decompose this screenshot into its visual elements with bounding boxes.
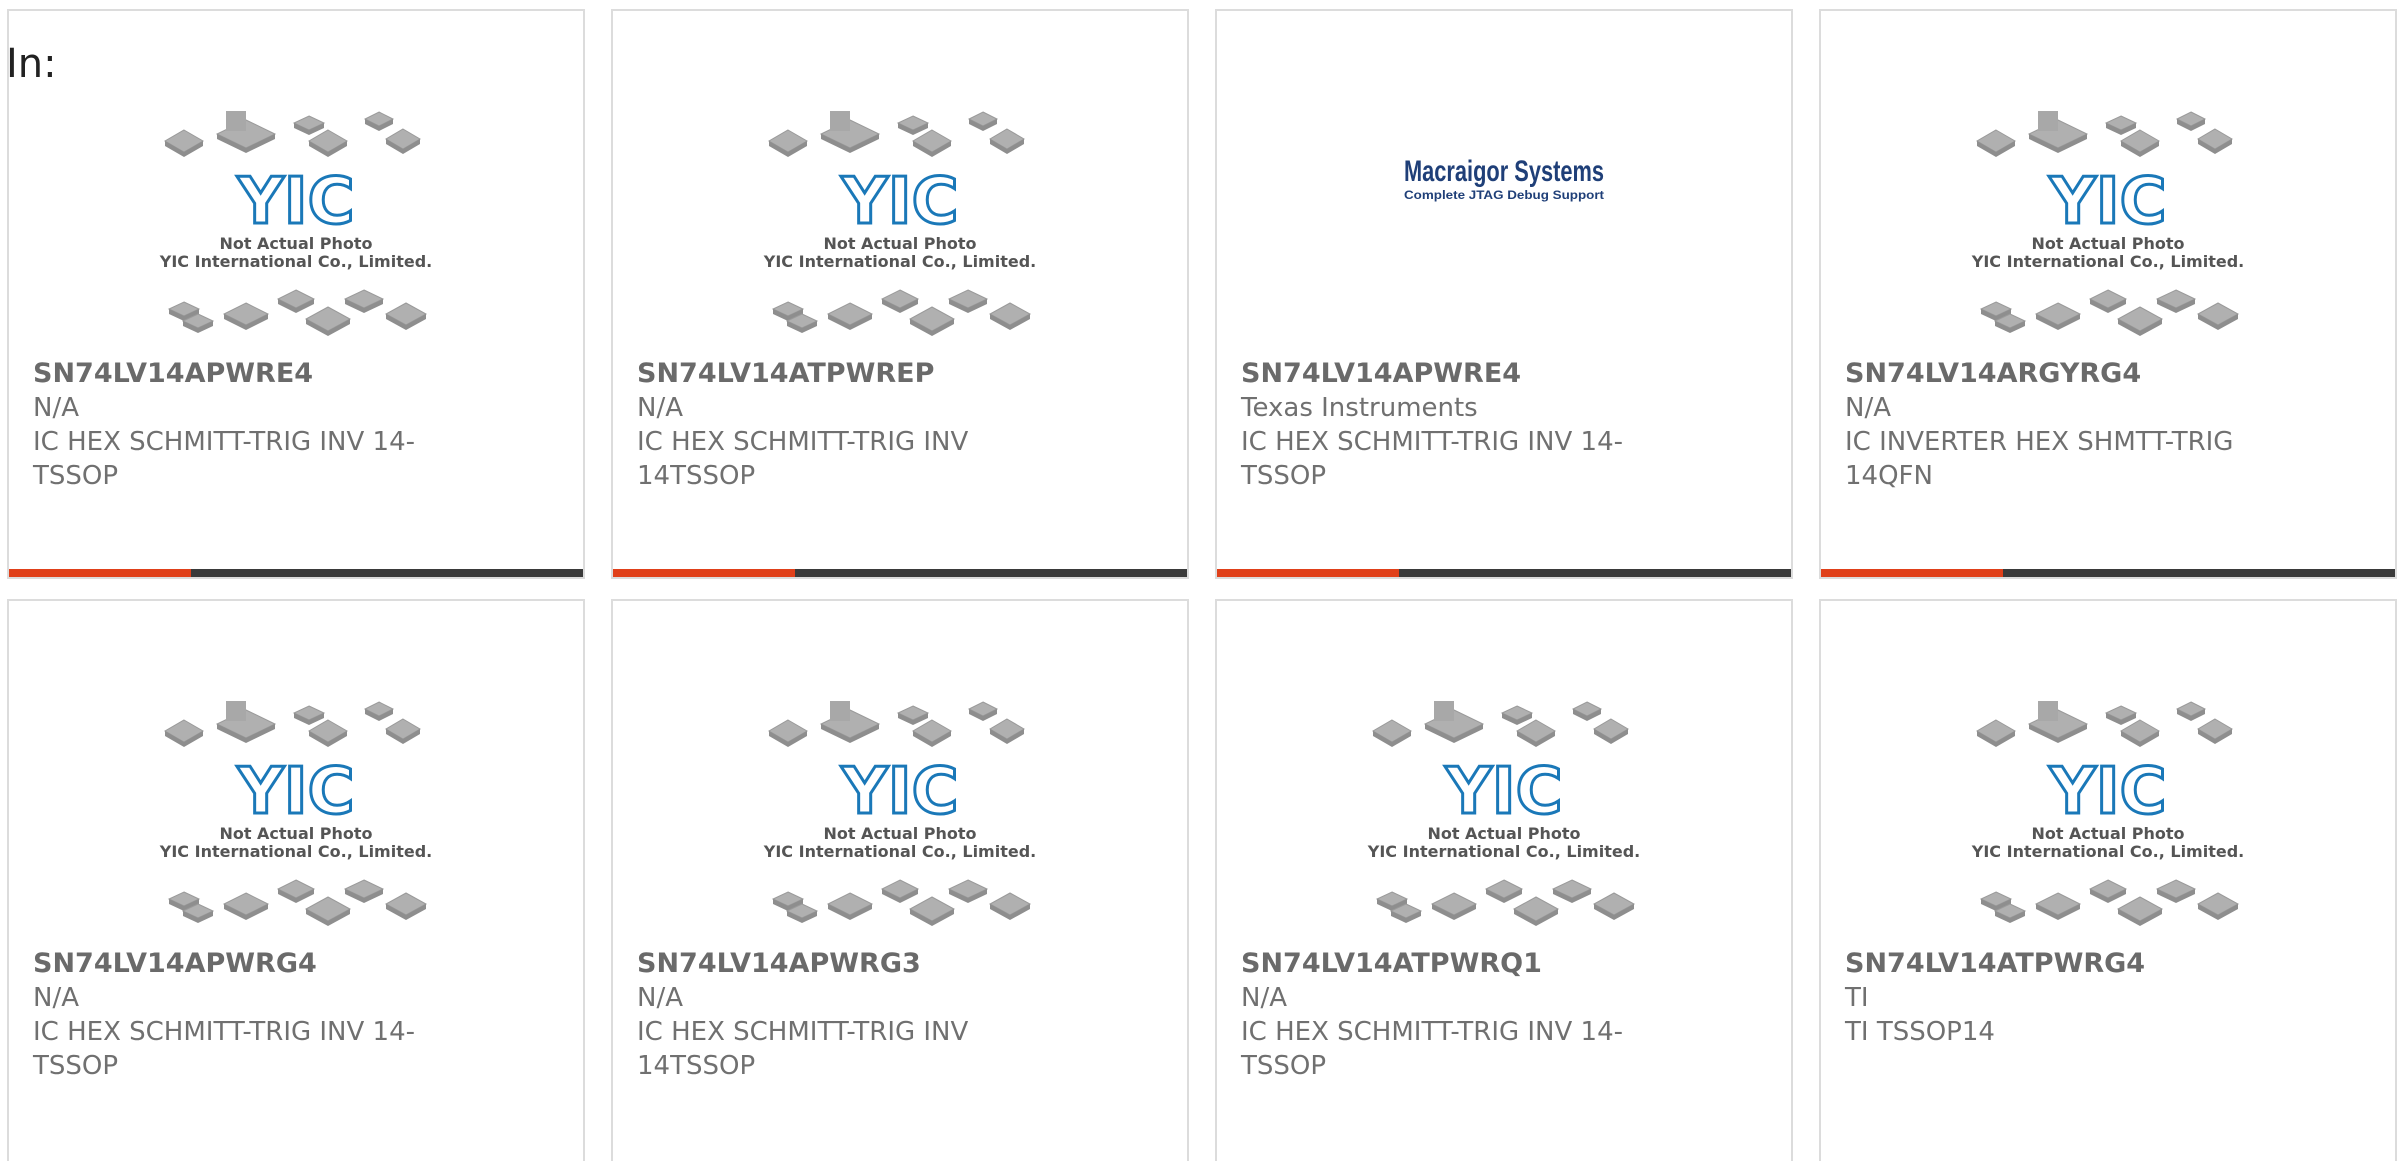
product-card[interactable]: YIC Not Actual Photo YIC International Co.… xyxy=(1215,599,1793,1161)
product-card[interactable]: YIC Not Actual Photo YIC International Co.… xyxy=(611,599,1189,1161)
placeholder-caption-2: YIC International Co., Limited. xyxy=(763,842,1036,861)
placeholder-caption-1: Not Actual Photo xyxy=(823,234,976,253)
placeholder-caption-2: YIC International Co., Limited. xyxy=(159,252,432,271)
product-card[interactable]: YIC Not Actual Photo YIC International Co.… xyxy=(7,9,585,579)
yic-placeholder-art: YICNot Actual PhotoYIC International Co.… xyxy=(159,111,432,336)
yic-placeholder-art: YICNot Actual PhotoYIC International Co.… xyxy=(763,701,1036,926)
card-accent-bar xyxy=(613,569,795,577)
yic-placeholder-art: YICNot Actual PhotoYIC International Co.… xyxy=(1367,701,1640,926)
yic-placeholder-art: YICNot Actual PhotoYIC International Co.… xyxy=(1971,701,2244,926)
description: IC HEX SCHMITT-TRIG INV 14TSSOP xyxy=(637,427,969,491)
product-card[interactable]: YIC Not Actual Photo YIC International Co.… xyxy=(1819,9,2397,579)
product-image: Macraigor Systems Complete JTAG Debug Sup… xyxy=(1217,99,1791,351)
product-image: YIC Not Actual Photo YIC International Co.… xyxy=(9,689,583,941)
product-card[interactable]: YIC Not Actual Photo YIC International Co.… xyxy=(1819,599,2397,1161)
manufacturer: N/A xyxy=(1241,983,1287,1013)
product-image: YIC Not Actual Photo YIC International Co.… xyxy=(613,689,1187,941)
part-number[interactable]: SN74LV14ARGYRG4 xyxy=(1845,357,2265,391)
part-number[interactable]: SN74LV14APWRG4 xyxy=(33,947,453,981)
placeholder-caption-1: Not Actual Photo xyxy=(2031,234,2184,253)
placeholder-caption-2: YIC International Co., Limited. xyxy=(1971,252,2244,271)
card-accent-bar xyxy=(9,569,191,577)
yic-logo-text: YIC xyxy=(840,165,958,239)
chip-icon xyxy=(2038,111,2058,131)
macraigor-logo-title: Macraigor Systems xyxy=(1404,155,1604,188)
placeholder-caption-1: Not Actual Photo xyxy=(219,824,372,843)
placeholder-caption-1: Not Actual Photo xyxy=(219,234,372,253)
chip-icon xyxy=(830,701,850,721)
part-number[interactable]: SN74LV14APWRE4 xyxy=(1241,357,1661,391)
product-grid-page: In: YIC Not Actual Photo YIC International… xyxy=(0,0,2404,1161)
manufacturer: Texas Instruments xyxy=(1241,393,1478,423)
card-accent-bar xyxy=(1821,569,2003,577)
product-image: YIC Not Actual Photo YIC International Co.… xyxy=(9,99,583,351)
placeholder-caption-1: Not Actual Photo xyxy=(1427,824,1580,843)
yic-logo-text: YIC xyxy=(840,755,958,829)
placeholder-caption-2: YIC International Co., Limited. xyxy=(1367,842,1640,861)
card-bottom-bar xyxy=(1821,569,2395,577)
chip-icon xyxy=(1434,701,1454,721)
product-image: YIC Not Actual Photo YIC International Co.… xyxy=(1821,99,2395,351)
card-accent-bar xyxy=(1217,569,1399,577)
yic-logo-text: YIC xyxy=(1444,755,1562,829)
yic-placeholder-art: YICNot Actual PhotoYIC International Co.… xyxy=(1971,111,2244,336)
product-card[interactable]: Macraigor Systems Complete JTAG Debug Sup… xyxy=(1215,9,1793,579)
chip-icon xyxy=(226,111,246,131)
manufacturer: N/A xyxy=(33,983,79,1013)
description: IC HEX SCHMITT-TRIG INV 14-TSSOP xyxy=(1241,427,1624,491)
description: IC HEX SCHMITT-TRIG INV 14-TSSOP xyxy=(33,1017,416,1081)
manufacturer: N/A xyxy=(33,393,79,423)
placeholder-caption-1: Not Actual Photo xyxy=(2031,824,2184,843)
yic-logo-text: YIC xyxy=(236,165,354,239)
in-label: In: xyxy=(6,41,57,87)
product-card[interactable]: YIC Not Actual Photo YIC International Co.… xyxy=(611,9,1189,579)
manufacturer: N/A xyxy=(1845,393,1891,423)
yic-logo-text: YIC xyxy=(236,755,354,829)
description: IC HEX SCHMITT-TRIG INV 14-TSSOP xyxy=(33,427,416,491)
part-number[interactable]: SN74LV14ATPWRG4 xyxy=(1845,947,2265,981)
manufacturer: N/A xyxy=(637,983,683,1013)
placeholder-caption-2: YIC International Co., Limited. xyxy=(1971,842,2244,861)
part-number[interactable]: SN74LV14ATPWRQ1 xyxy=(1241,947,1661,981)
description: TI TSSOP14 xyxy=(1845,1017,1995,1047)
placeholder-caption-1: Not Actual Photo xyxy=(823,824,976,843)
card-bottom-bar xyxy=(1217,569,1791,577)
manufacturer: N/A xyxy=(637,393,683,423)
yic-placeholder-art: YICNot Actual PhotoYIC International Co.… xyxy=(763,111,1036,336)
manufacturer: TI xyxy=(1845,983,1869,1013)
yic-logo-text: YIC xyxy=(2048,165,2166,239)
card-bottom-bar xyxy=(9,569,583,577)
chip-icon xyxy=(2038,701,2058,721)
macraigor-logo: Macraigor SystemsComplete JTAG Debug Sup… xyxy=(1404,155,1604,202)
placeholder-caption-2: YIC International Co., Limited. xyxy=(159,842,432,861)
product-card[interactable]: YIC Not Actual Photo YIC International Co.… xyxy=(7,599,585,1161)
macraigor-logo-tagline: Complete JTAG Debug Support xyxy=(1404,188,1604,202)
product-image: YIC Not Actual Photo YIC International Co.… xyxy=(1821,689,2395,941)
chip-icon xyxy=(830,111,850,131)
product-image: YIC Not Actual Photo YIC International Co.… xyxy=(1217,689,1791,941)
yic-logo-text: YIC xyxy=(2048,755,2166,829)
part-number[interactable]: SN74LV14ATPWREP xyxy=(637,357,1057,391)
chip-icon xyxy=(226,701,246,721)
description: IC HEX SCHMITT-TRIG INV 14TSSOP xyxy=(637,1017,969,1081)
description: IC HEX SCHMITT-TRIG INV 14-TSSOP xyxy=(1241,1017,1624,1081)
description: IC INVERTER HEX SHMTT-TRIG 14QFN xyxy=(1845,427,2234,491)
part-number[interactable]: SN74LV14APWRE4 xyxy=(33,357,453,391)
card-bottom-bar xyxy=(613,569,1187,577)
product-image: YIC Not Actual Photo YIC International Co.… xyxy=(613,99,1187,351)
yic-placeholder-art: YICNot Actual PhotoYIC International Co.… xyxy=(159,701,432,926)
part-number[interactable]: SN74LV14APWRG3 xyxy=(637,947,1057,981)
placeholder-caption-2: YIC International Co., Limited. xyxy=(763,252,1036,271)
